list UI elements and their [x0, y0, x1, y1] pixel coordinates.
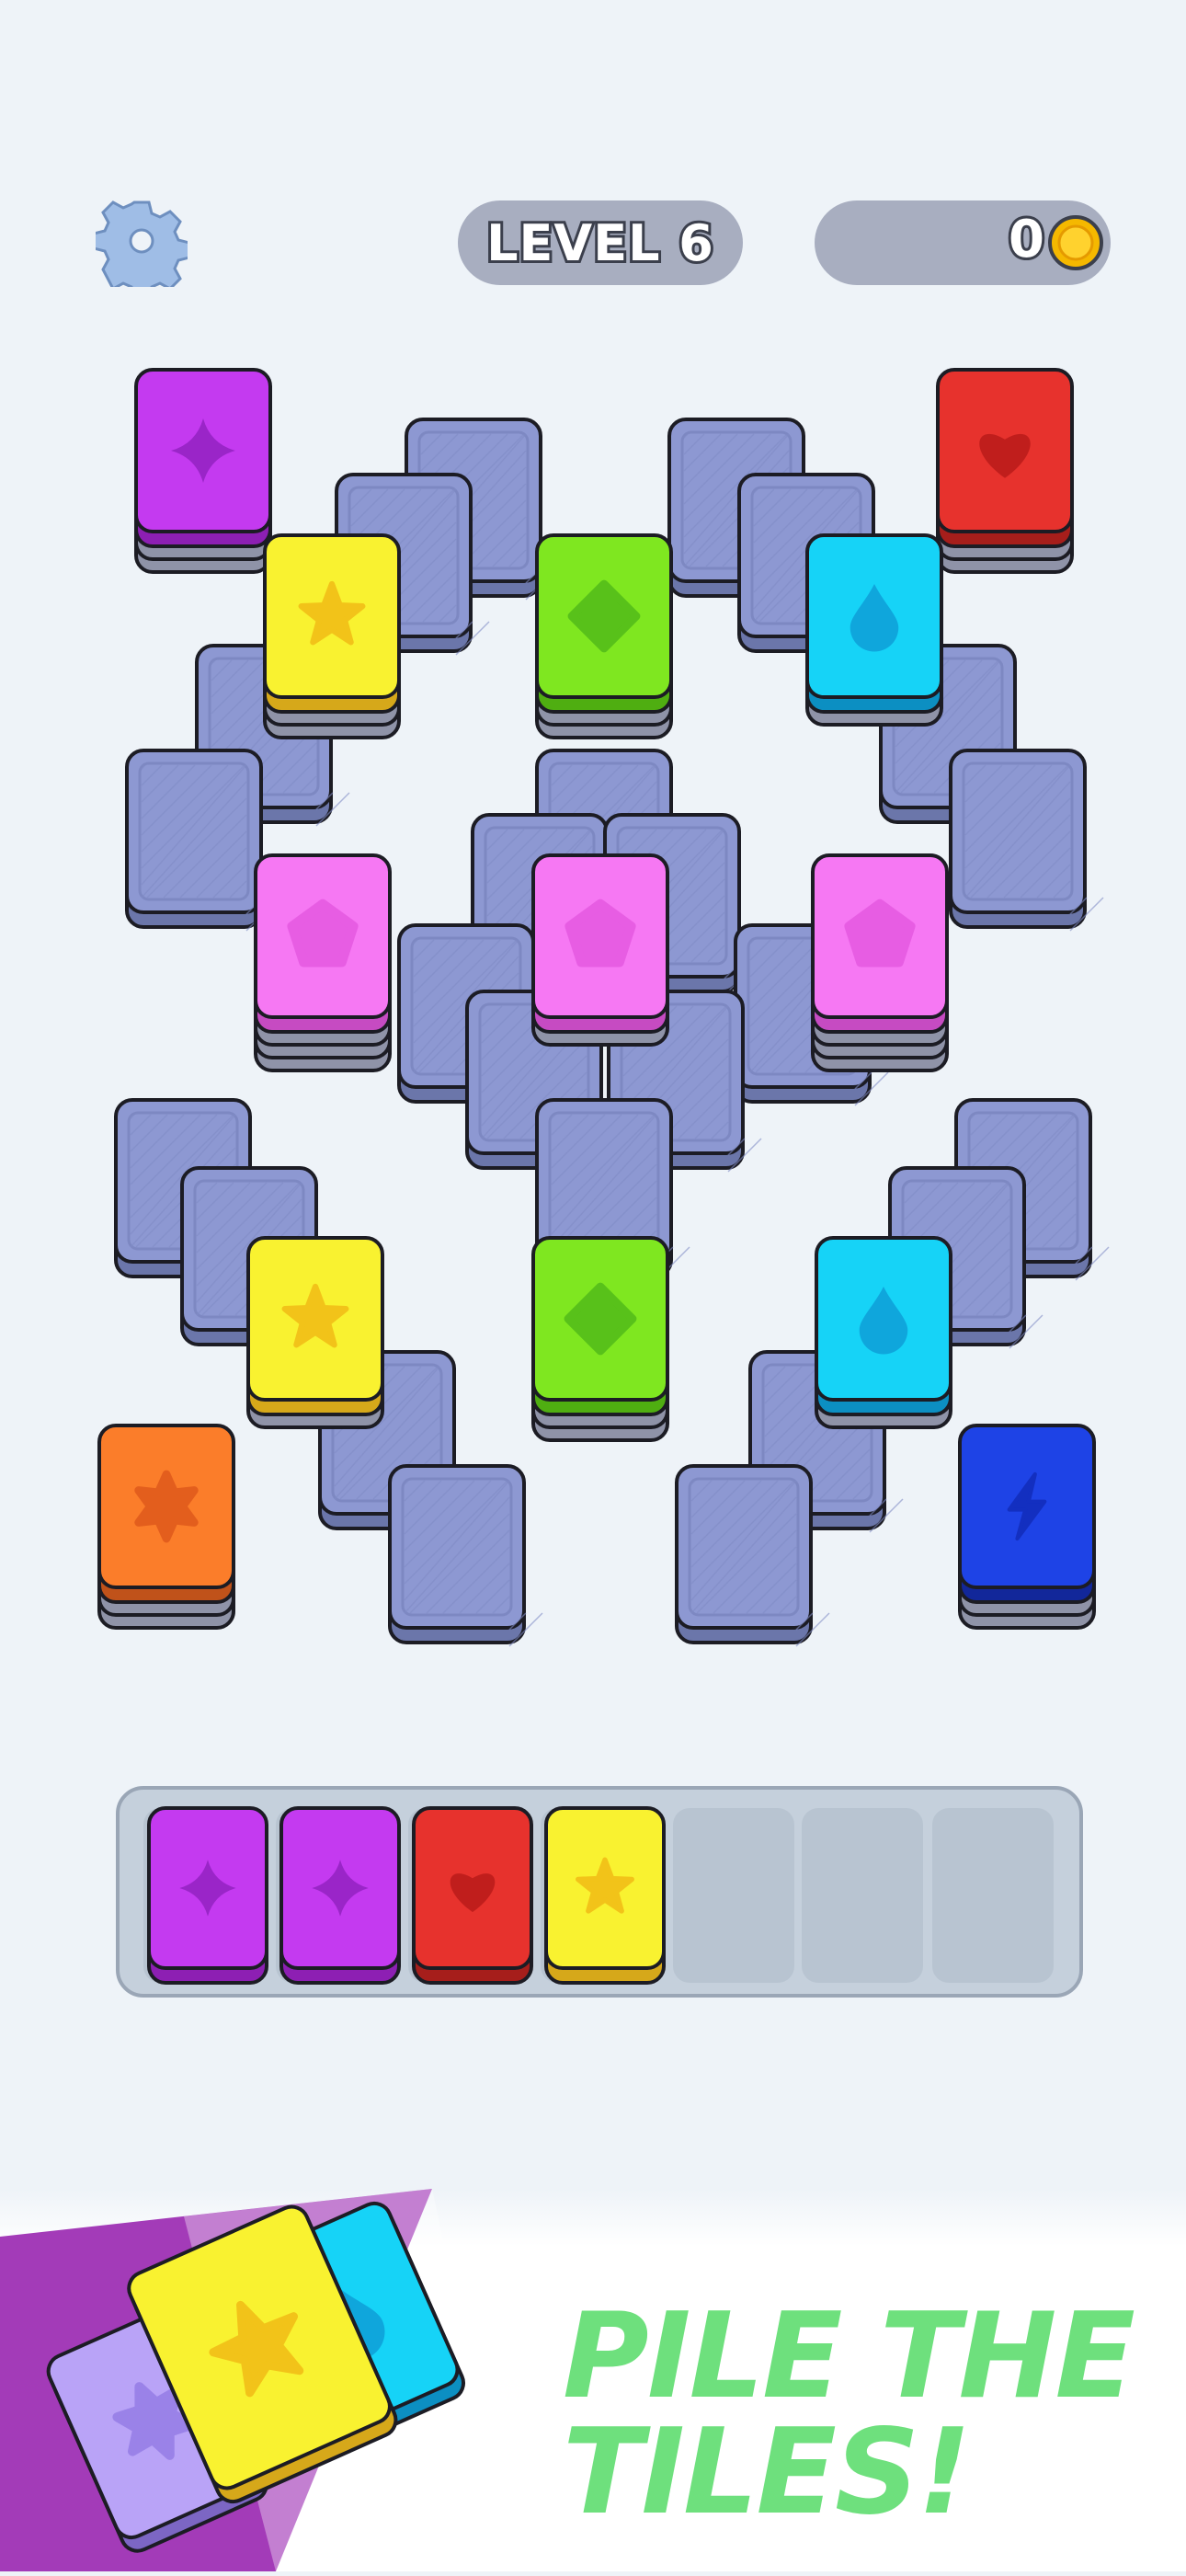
board-tile-blue[interactable] [956, 1422, 1098, 1648]
board-tile-purple[interactable] [132, 366, 274, 592]
board-tile-pink[interactable] [530, 852, 671, 1065]
tray-tile-red [410, 1804, 535, 2003]
coin-count: 0 [1006, 207, 1047, 272]
board-tile-green[interactable] [530, 1234, 671, 1460]
promo-headline: PILE THE TILES! [563, 2288, 1135, 2541]
game-screen: LEVEL 6 0 PILE THE TILES! [0, 0, 1186, 2571]
tray-tile-purple [278, 1804, 403, 2003]
tray-slot [932, 1808, 1054, 1983]
board-tile-red[interactable] [934, 366, 1076, 592]
board-tile-cyan[interactable] [804, 532, 945, 745]
coin-icon [1048, 215, 1103, 270]
board-tile-green[interactable] [533, 532, 675, 758]
coin-counter: 0 [815, 200, 1111, 285]
covered-tile [386, 1462, 543, 1663]
tray-tile-yellow [542, 1804, 667, 2003]
covered-tile [673, 1462, 830, 1663]
settings-button[interactable] [92, 195, 191, 300]
gear-icon [92, 200, 191, 300]
covered-tile [123, 747, 280, 947]
tray-slot [802, 1808, 923, 1983]
board-tile-pink[interactable] [252, 852, 393, 1091]
level-indicator: LEVEL 6 [458, 200, 743, 285]
board-tile-orange[interactable] [96, 1422, 237, 1648]
board-tile-cyan[interactable] [813, 1234, 954, 1448]
covered-tile [947, 747, 1104, 947]
tray-slot [673, 1808, 794, 1983]
board-tile-pink[interactable] [809, 852, 951, 1091]
board-tile-yellow[interactable] [261, 532, 403, 758]
level-label: LEVEL 6 [484, 212, 716, 275]
board-tile-yellow[interactable] [245, 1234, 386, 1448]
tray-tile-purple [145, 1804, 270, 2003]
